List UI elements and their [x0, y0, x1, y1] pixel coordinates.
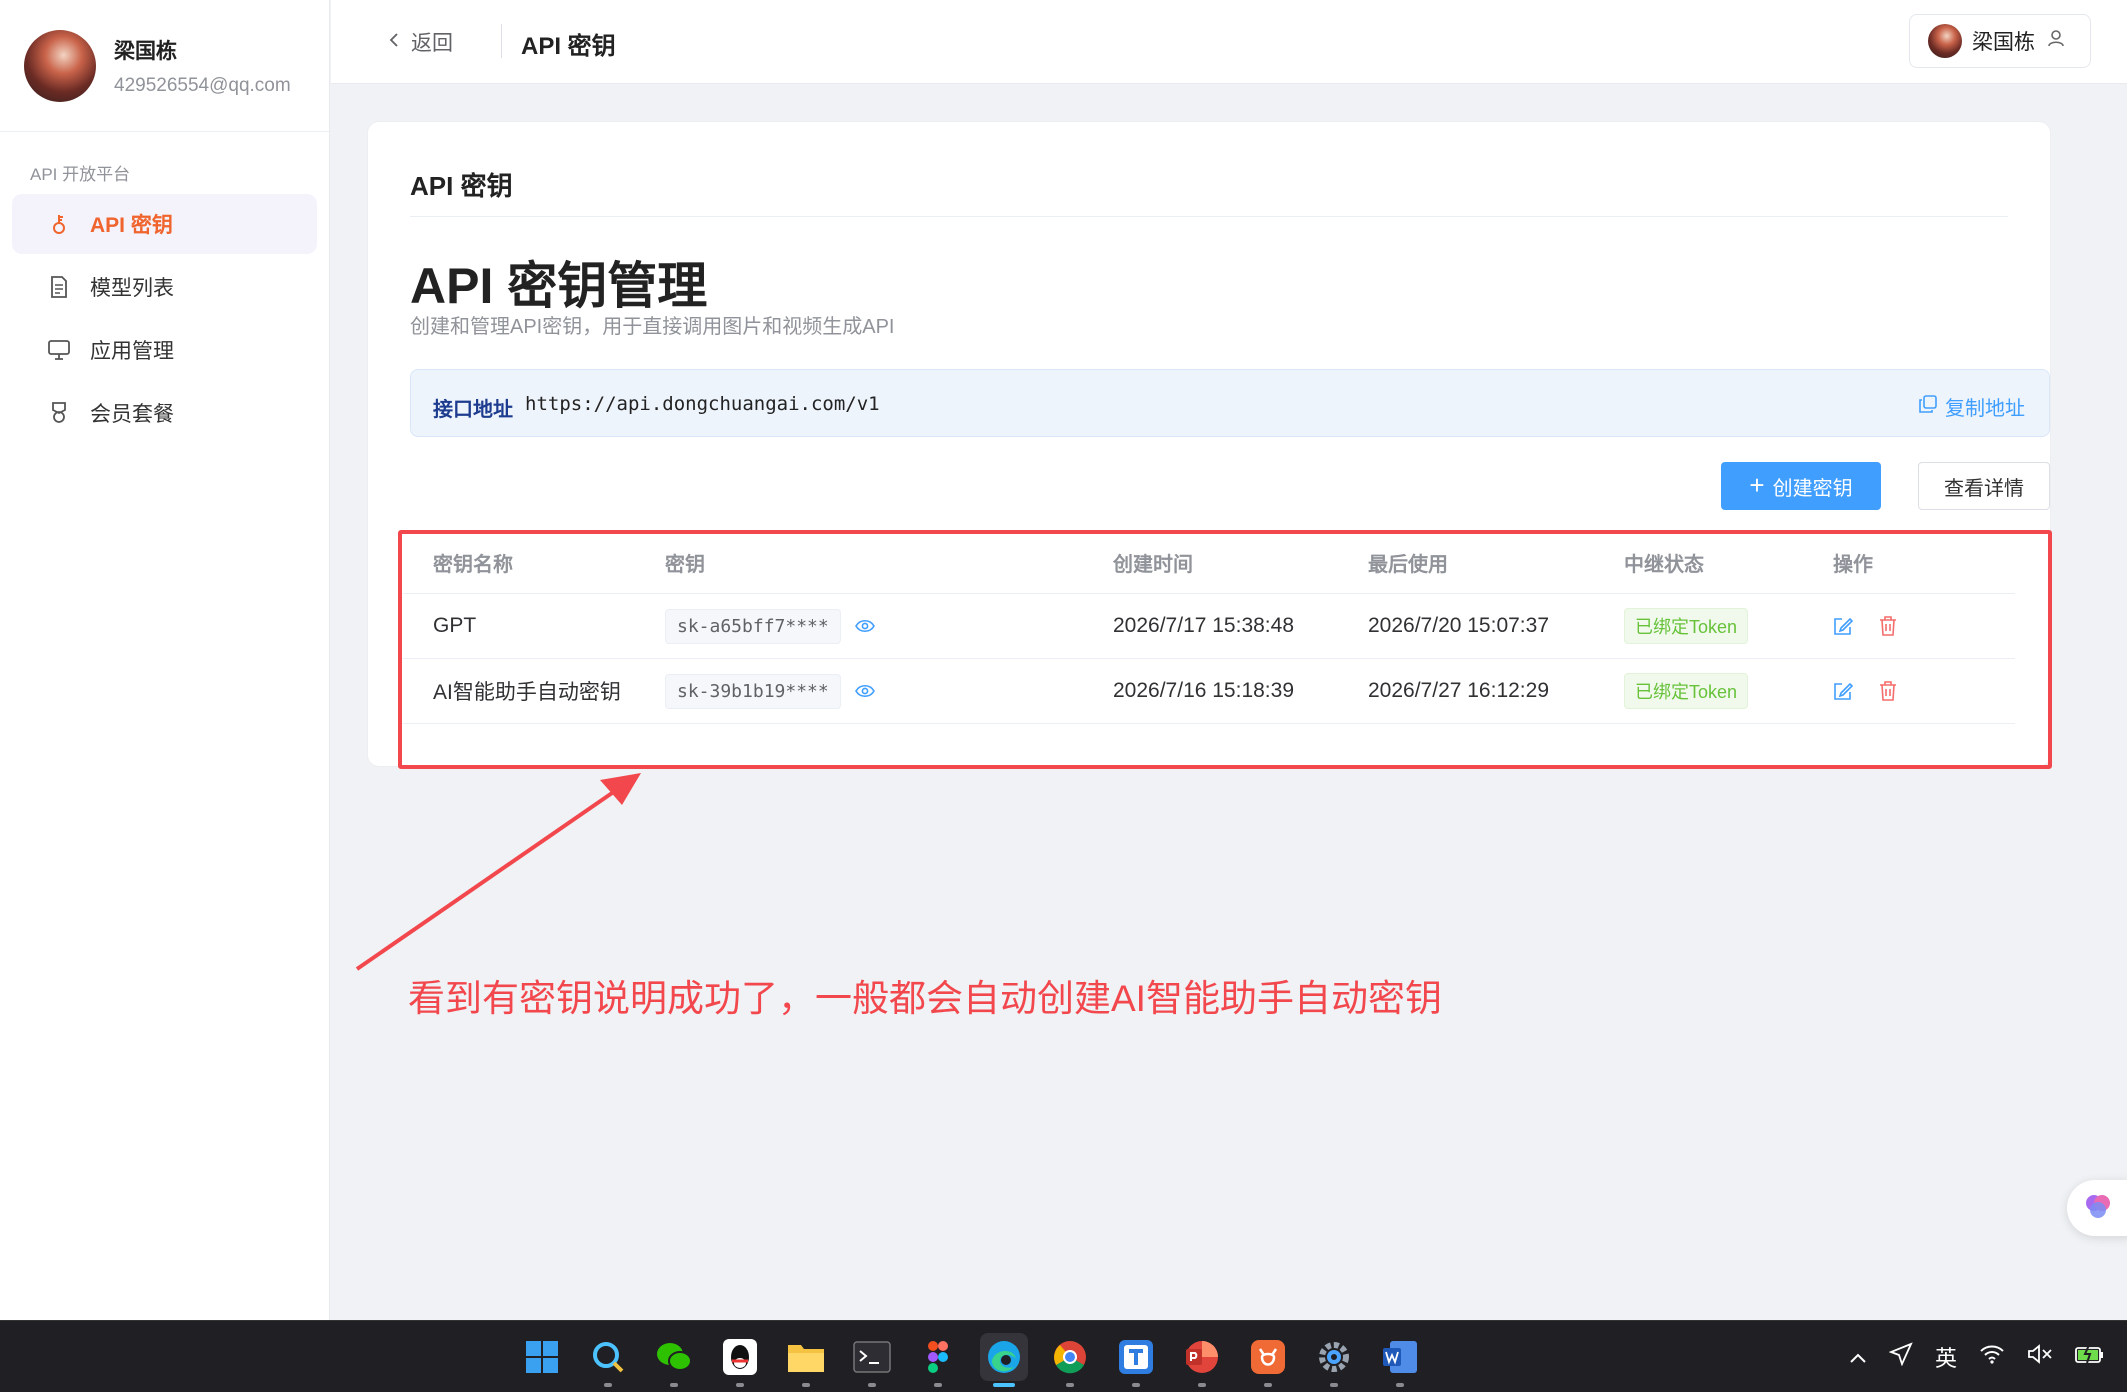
running-indicator — [868, 1383, 876, 1387]
running-indicator — [802, 1383, 810, 1387]
ai-assistant-float-button[interactable] — [2067, 1180, 2127, 1236]
search-icon[interactable] — [584, 1333, 632, 1387]
powerpoint-icon[interactable] — [1178, 1333, 1226, 1387]
running-indicator — [604, 1383, 612, 1387]
running-indicator — [1066, 1383, 1074, 1387]
wifi-icon[interactable] — [1979, 1344, 2005, 1370]
settings-icon[interactable] — [1310, 1333, 1358, 1387]
running-indicator — [1330, 1383, 1338, 1387]
file-explorer-icon[interactable] — [782, 1333, 830, 1387]
figma-icon[interactable] — [914, 1333, 962, 1387]
terminal-icon[interactable] — [848, 1333, 896, 1387]
running-indicator — [1264, 1383, 1272, 1387]
chrome-icon[interactable] — [1046, 1333, 1094, 1387]
chevron-up-icon[interactable] — [1849, 1344, 1867, 1370]
running-indicator — [1396, 1383, 1404, 1387]
system-tray: 英 — [1827, 1341, 2105, 1373]
lobster-app-icon[interactable] — [1244, 1333, 1292, 1387]
running-indicator — [736, 1383, 744, 1387]
edge-icon[interactable] — [980, 1333, 1028, 1387]
running-indicator — [934, 1383, 942, 1387]
wechat-icon[interactable] — [650, 1333, 698, 1387]
annotation-text: 看到有密钥说明成功了，一般都会自动创建AI智能助手自动密钥 — [408, 978, 1442, 1019]
running-indicator — [993, 1383, 1015, 1387]
running-indicator — [1198, 1383, 1206, 1387]
word-icon[interactable] — [1376, 1333, 1424, 1387]
running-indicator — [670, 1383, 678, 1387]
taskbar-apps — [518, 1333, 1442, 1387]
qq-icon[interactable] — [716, 1333, 764, 1387]
annotation-arrow — [355, 773, 641, 971]
ime-indicator[interactable]: 英 — [1935, 1341, 1957, 1373]
windows-start-icon[interactable] — [518, 1333, 566, 1381]
translator-icon[interactable] — [1112, 1333, 1160, 1387]
volume-muted-icon[interactable] — [2027, 1344, 2053, 1370]
running-indicator — [1132, 1383, 1140, 1387]
brain-icon — [2083, 1191, 2113, 1226]
taskbar: 英 — [0, 1320, 2127, 1392]
battery-charging-icon[interactable] — [2075, 1344, 2105, 1370]
send-arrow-icon[interactable] — [1888, 1342, 1913, 1372]
